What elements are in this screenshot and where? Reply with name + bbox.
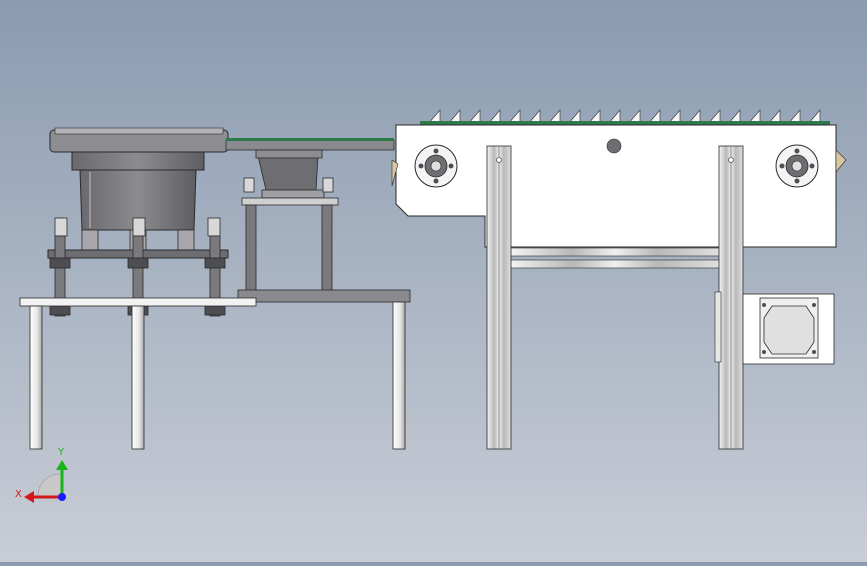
coordinate-triad-icon: Y X — [15, 447, 68, 503]
x-axis-label: X — [15, 489, 22, 500]
linear-feeder — [225, 138, 411, 303]
y-axis-label: Y — [57, 447, 65, 458]
roller-left — [414, 144, 458, 188]
roller-right — [775, 144, 819, 188]
cad-model-view: Y X — [15, 109, 847, 503]
support-table — [19, 297, 406, 450]
conveyor — [391, 109, 847, 450]
cad-viewport[interactable]: Y X — [0, 0, 867, 562]
bowl-feeder — [47, 127, 229, 317]
